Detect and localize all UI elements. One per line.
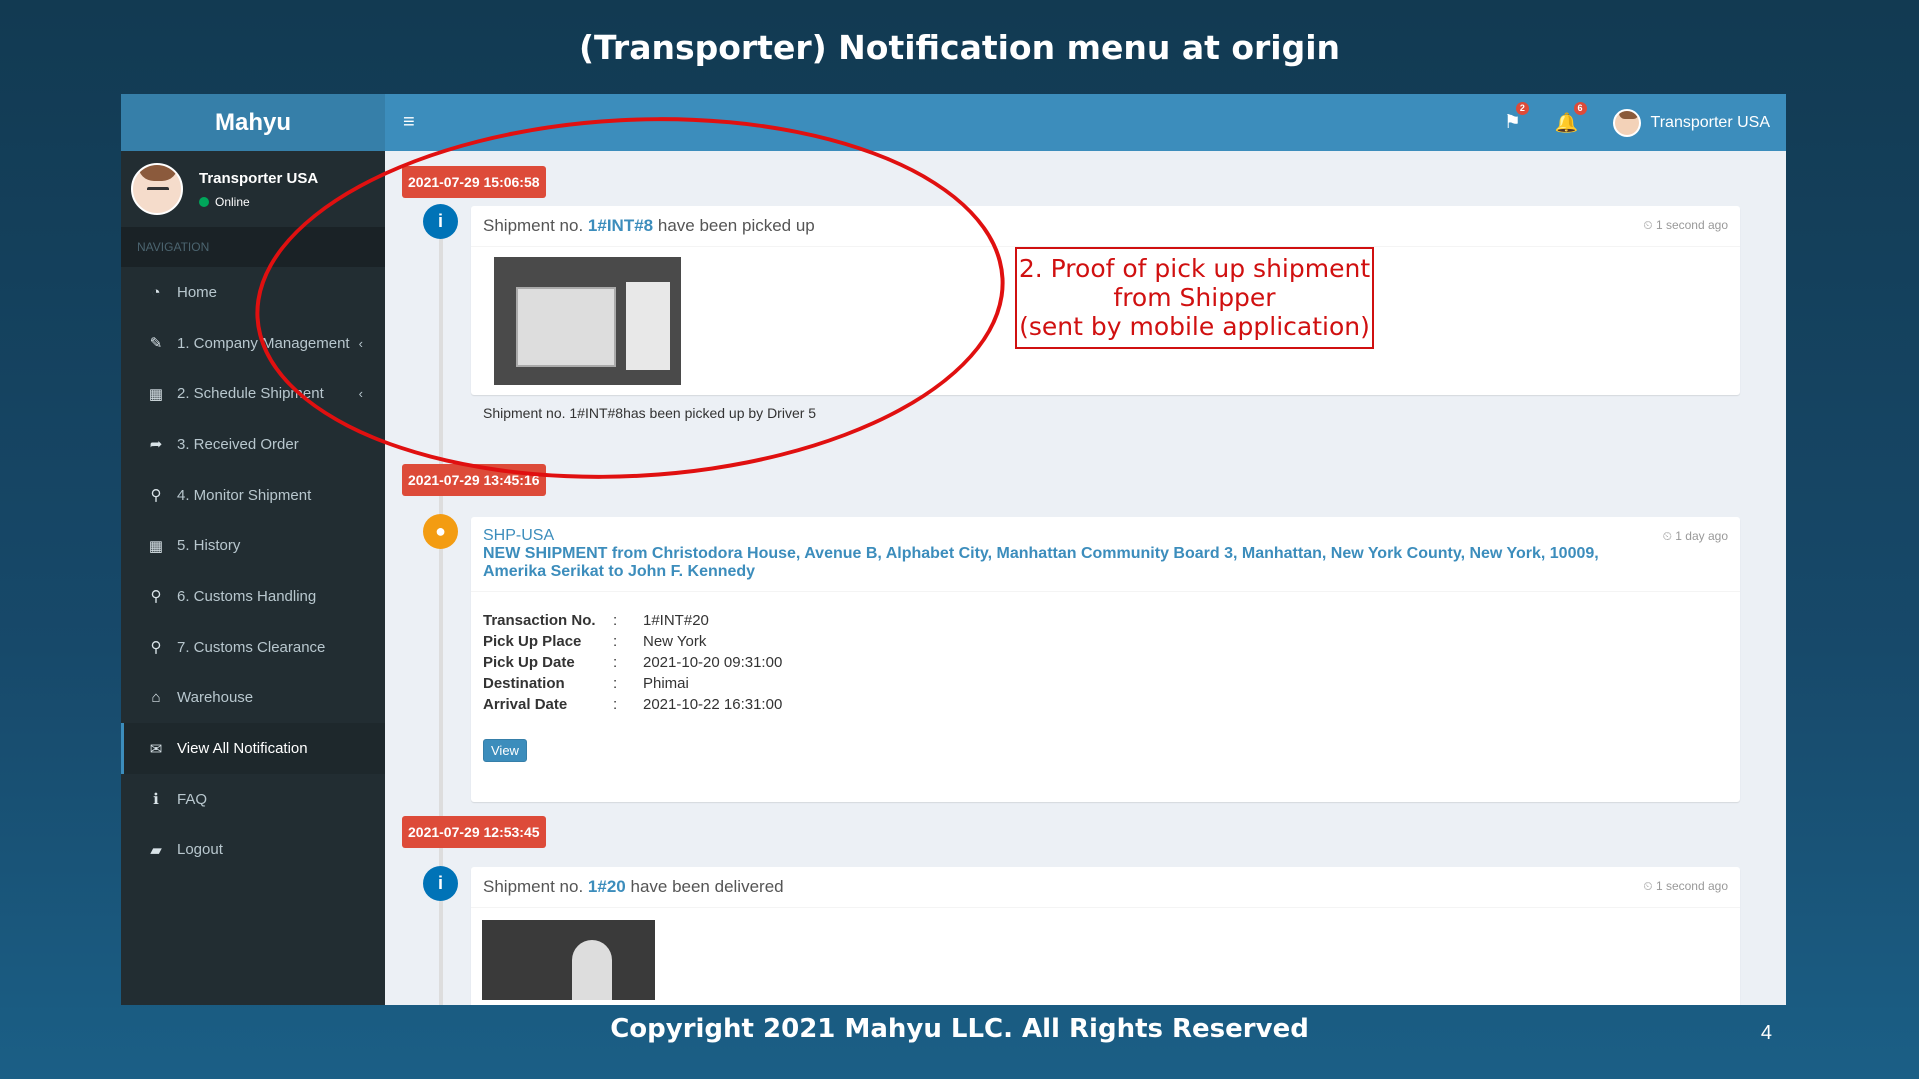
detail-value: New York: [643, 633, 707, 650]
warehouse-icon: ⌂: [151, 689, 161, 707]
user-menu[interactable]: Transporter USA: [1612, 108, 1770, 137]
slide-footer: Copyright 2021 Mahyu LLC. All Rights Res…: [610, 1014, 1309, 1044]
time-ago: ⏲ 1 day ago: [1662, 529, 1728, 543]
slide-title: (Transporter) Notification menu at origi…: [578, 28, 1341, 67]
sender-link[interactable]: SHP-USA: [483, 527, 1640, 545]
page-number: 4: [1760, 1022, 1772, 1044]
sidebar-item-label: 3. Received Order: [177, 435, 299, 453]
annotation-line: from Shipper: [1113, 283, 1276, 312]
detail-value: 1#INT#20: [643, 612, 709, 629]
card-header-prefix: Shipment no.: [483, 877, 584, 896]
shipment-details: Transaction No.: 1#INT#20 Pick Up Place: N…: [483, 612, 1728, 713]
notification-card: Shipment no. 1#20 have been delivered ⏲ …: [471, 867, 1740, 1005]
detail-separator: :: [613, 675, 618, 692]
sidebar-item-view-all-notification[interactable]: ✉ View All Notification: [121, 723, 385, 774]
time-ago-text: 1 second ago: [1655, 218, 1728, 232]
calendar-icon: ▦: [148, 385, 164, 403]
edit-icon: ✎: [149, 335, 163, 353]
view-button[interactable]: View: [483, 739, 527, 762]
flag-badge: 2: [1515, 102, 1529, 115]
sidebar-user-name: Transporter USA: [199, 169, 319, 187]
sidebar-item-history[interactable]: ▦ 5. History: [121, 520, 385, 571]
share-icon: ➦: [149, 436, 163, 454]
sidebar-item-label: Logout: [177, 841, 223, 859]
dashboard-icon: ◔: [151, 283, 161, 301]
annotation-line: (sent by mobile application): [1019, 312, 1370, 341]
sidebar-item-label: 7. Customs Clearance: [177, 638, 326, 656]
sidebar-item-customs-clearance[interactable]: ⚲ 7. Customs Clearance: [121, 622, 385, 673]
search-icon: ⚲: [150, 639, 162, 657]
calendar-icon: ▦: [148, 537, 164, 555]
sidebar-item-label: 4. Monitor Shipment: [177, 486, 312, 504]
annotation-callout: 2. Proof of pick up shipment from Shippe…: [1015, 247, 1374, 349]
bell-badge: 6: [1573, 101, 1587, 115]
detail-value: Phimai: [643, 675, 689, 692]
time-ago-text: 1 day ago: [1675, 529, 1728, 543]
menu-toggle-icon[interactable]: ≡: [403, 111, 415, 134]
book-icon: ▰: [150, 841, 162, 859]
detail-key: Transaction No.: [483, 612, 596, 629]
topbar-right: ⚑ 2 🔔 6 Transporter USA: [1504, 94, 1770, 151]
time-label: 2021-07-29 12:53:45: [402, 816, 546, 848]
status-text: Online: [215, 194, 250, 209]
sidebar-item-label: FAQ: [177, 790, 208, 808]
sidebar-item-label: Warehouse: [177, 689, 254, 707]
card-header: SHP-USA NEW SHIPMENT from Christodora Ho…: [471, 517, 1740, 592]
detail-separator: :: [613, 654, 618, 671]
sidebar-item-label: Home: [177, 283, 218, 301]
notification-card: SHP-USA NEW SHIPMENT from Christodora Ho…: [471, 517, 1740, 802]
sidebar-item-monitor-shipment[interactable]: ⚲ 4. Monitor Shipment: [121, 470, 385, 521]
sidebar-item-warehouse[interactable]: ⌂ Warehouse: [121, 673, 385, 724]
chat-icon: ●: [423, 514, 458, 549]
sidebar-item-label: View All Notification: [177, 740, 308, 758]
topbar-user-name: Transporter USA: [1650, 113, 1770, 131]
detail-separator: :: [613, 696, 618, 713]
time-ago: ⏲ 1 second ago: [1643, 218, 1728, 232]
card-body: Transaction No.: 1#INT#20 Pick Up Place: N…: [471, 592, 1740, 772]
shipment-link[interactable]: 1#20: [588, 877, 626, 896]
sidebar-item-label: 6. Customs Handling: [177, 587, 317, 605]
avatar: [131, 163, 183, 215]
user-status: Online: [199, 195, 318, 209]
topbar: Mahyu ≡ ⚑ 2 🔔 6 Transporter USA: [121, 94, 1786, 151]
sidebar-item-faq[interactable]: ℹ FAQ: [121, 774, 385, 825]
search-icon: ⚲: [150, 588, 162, 606]
time-ago: ⏲ 1 second ago: [1643, 879, 1728, 893]
info-icon: ℹ: [153, 791, 159, 809]
annotation-line: 2. Proof of pick up shipment: [1018, 254, 1371, 283]
sidebar-item-customs-handling[interactable]: ⚲ 6. Customs Handling: [121, 571, 385, 622]
bell-icon[interactable]: 🔔 6: [1555, 101, 1587, 135]
detail-separator: :: [613, 612, 618, 629]
online-dot-icon: [199, 196, 209, 207]
detail-key: Arrival Date: [483, 696, 568, 713]
avatar: [1612, 108, 1641, 137]
detail-key: Pick Up Date: [483, 654, 575, 671]
card-header: Shipment no. 1#20 have been delivered ⏲ …: [471, 867, 1740, 908]
time-ago-text: 1 second ago: [1655, 879, 1728, 893]
envelope-icon: ✉: [149, 740, 163, 758]
detail-separator: :: [613, 633, 618, 650]
info-icon: i: [423, 866, 458, 901]
search-icon: ⚲: [150, 487, 162, 505]
sidebar-item-logout[interactable]: ▰ Logout: [121, 825, 385, 876]
delivery-proof-photo[interactable]: [482, 920, 655, 1000]
card-header-suffix: have been delivered: [630, 877, 784, 896]
shipment-message[interactable]: NEW SHIPMENT from Christodora House, Ave…: [483, 545, 1640, 581]
sidebar-item-label: 5. History: [177, 537, 241, 555]
flag-icon[interactable]: ⚑ 2: [1504, 102, 1529, 134]
detail-value: 2021-10-22 16:31:00: [643, 696, 783, 713]
detail-key: Pick Up Place: [483, 633, 582, 650]
detail-value: 2021-10-20 09:31:00: [643, 654, 783, 671]
detail-key: Destination: [483, 675, 565, 692]
app-logo[interactable]: Mahyu: [121, 94, 385, 151]
